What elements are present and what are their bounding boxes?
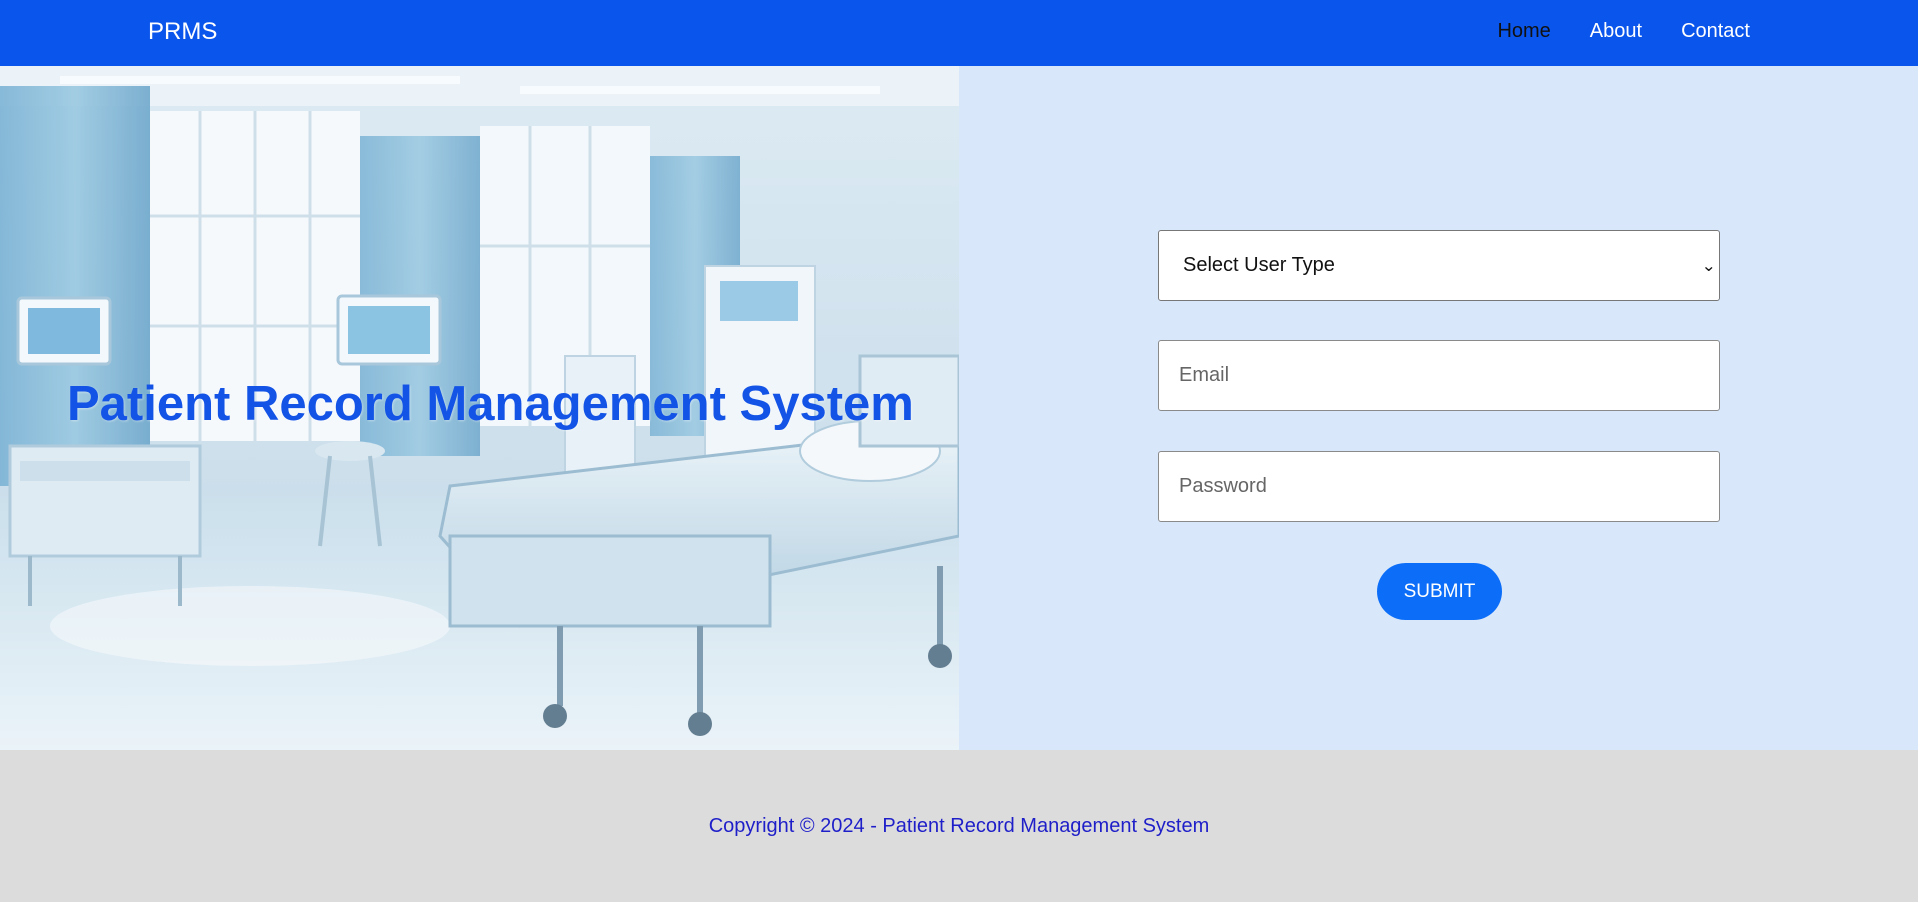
footer: Copyright © 2024 - Patient Record Manage… [0,750,1918,902]
nav-link-about[interactable]: About [1590,20,1642,43]
nav-links: Home About Contact [1497,20,1750,43]
brand-logo-link[interactable]: PRMS [148,18,217,46]
nav-link-home[interactable]: Home [1497,20,1550,43]
hero-section: Patient Record Management System [0,66,959,750]
copyright-text: Copyright © 2024 - Patient Record Manage… [708,815,1210,837]
user-type-select[interactable]: Select User Type ⌄ [1158,230,1720,301]
nav-link-contact[interactable]: Contact [1681,20,1750,43]
user-type-select-value: Select User Type [1183,254,1335,276]
login-form-panel: Select User Type ⌄ SUBMIT [959,66,1918,750]
email-input[interactable] [1158,340,1720,411]
chevron-down-icon: ⌄ [1700,257,1716,275]
submit-button[interactable]: SUBMIT [1377,563,1502,620]
hero-title: Patient Record Management System [67,377,914,431]
password-input[interactable] [1158,451,1720,522]
top-navbar: PRMS Home About Contact [0,0,1918,66]
